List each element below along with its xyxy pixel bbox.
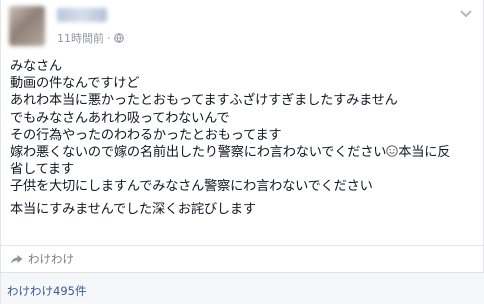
- post-line-part: 本当に反: [398, 145, 451, 161]
- share-count-link[interactable]: わけわけ495件: [7, 283, 86, 299]
- smile-emoji-icon: [386, 145, 398, 157]
- author-name-redacted[interactable]: [57, 8, 107, 22]
- post-line: 子供を大切にしますんでみなさん警察にわ言わないでください: [10, 179, 373, 195]
- post-line: 動画の件なんですけど: [10, 76, 140, 92]
- post-footer: わけわけ495件: [1, 272, 484, 304]
- post-line: その行為やったのわわるかったとおもってます: [10, 127, 282, 143]
- post-meta: 11時間前 ·: [57, 31, 124, 45]
- post-line: 本当にすみませんでした深くお詫びします: [10, 201, 256, 217]
- post-line: 省してます: [10, 162, 74, 178]
- post-line: でもみなさんあれわ吸ってわないんで: [10, 110, 230, 126]
- share-button[interactable]: わけわけ: [10, 251, 74, 267]
- facebook-post: 11時間前 · みなさん 動画の件なんですけど あれわ本当に悪かったとおもってま…: [0, 0, 484, 304]
- chevron-down-icon[interactable]: [459, 8, 473, 20]
- share-icon: [10, 254, 23, 264]
- post-line: あれわ本当に悪かったとおもってますふざけすぎましたすみません: [10, 93, 398, 109]
- post-timestamp[interactable]: 11時間前: [57, 30, 104, 46]
- post-line: みなさん: [10, 59, 62, 74]
- post-line-with-emoji: 嫁わ悪くないので嫁の名前出したり警察にわ言わないでください 本当に反: [10, 144, 476, 161]
- globe-icon: [113, 33, 124, 43]
- avatar[interactable]: [9, 6, 45, 46]
- post-line-part: 嫁わ悪くないので嫁の名前出したり警察にわ言わないでください: [10, 145, 387, 161]
- post-body: みなさん 動画の件なんですけど あれわ本当に悪かったとおもってますふざけすぎまし…: [10, 58, 476, 218]
- action-bar: わけわけ: [1, 245, 484, 272]
- share-label: わけわけ: [28, 252, 74, 266]
- meta-separator: ·: [107, 31, 111, 45]
